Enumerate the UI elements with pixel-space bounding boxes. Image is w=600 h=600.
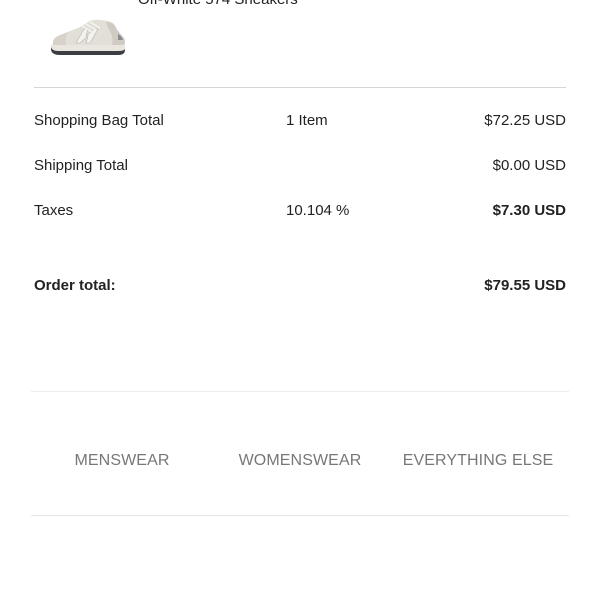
nav-womenswear-link[interactable]: WOMENSWEAR — [239, 449, 362, 473]
order-total-amount: $79.55 USD — [484, 277, 566, 294]
order-total-row: Order total: $79.55 USD — [34, 275, 566, 297]
shipping-total-amount: $0.00 USD — [492, 157, 566, 174]
shipping-total-row: Shipping Total $0.00 USD — [34, 155, 566, 177]
shopping-bag-total-label: Shopping Bag Total — [34, 112, 164, 129]
shopping-bag-total-amount: $72.25 USD — [484, 112, 566, 129]
summary-divider — [34, 87, 566, 88]
product-name[interactable]: Off-White 574 Sneakers — [138, 0, 298, 8]
taxes-label: Taxes — [34, 202, 74, 219]
item-count: 1 Item — [286, 112, 328, 129]
nav-everything-else-link[interactable]: EVERYTHING ELSE — [403, 449, 554, 473]
product-item: Off-White 574 Sneakers — [0, 0, 600, 88]
nav-menswear-link[interactable]: MENSWEAR — [74, 449, 169, 473]
tax-rate: 10.104 % — [286, 202, 350, 219]
footer-divider-bottom — [31, 515, 569, 516]
taxes-row: Taxes 10.104 % $7.30 USD — [34, 200, 566, 222]
shipping-total-label: Shipping Total — [34, 157, 128, 174]
shopping-bag-total-row: Shopping Bag Total 1 Item $72.25 USD — [34, 110, 566, 132]
footer-divider-top — [31, 391, 569, 392]
sneaker-image[interactable] — [48, 14, 128, 60]
order-total-label: Order total: — [34, 277, 116, 294]
footer-nav: MENSWEAR WOMENSWEAR EVERYTHING ELSE — [31, 449, 569, 473]
taxes-amount: $7.30 USD — [492, 202, 566, 219]
